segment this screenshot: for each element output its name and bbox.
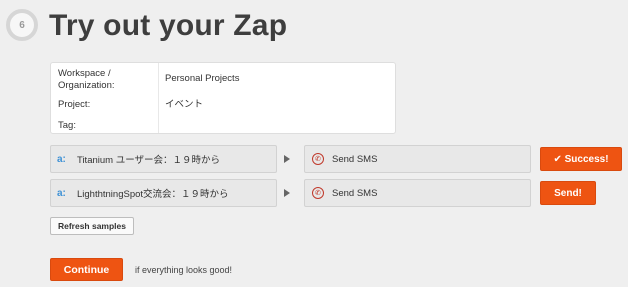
refresh-samples-button[interactable]: Refresh samples (50, 217, 134, 235)
project-label: Project: (58, 99, 91, 110)
page-title: Try out your Zap (49, 9, 288, 42)
sms-icon: ✆ (312, 187, 324, 199)
send-button[interactable]: Send! (540, 181, 596, 205)
continue-button[interactable]: Continue (50, 258, 123, 281)
zap-info-table: Workspace / Organization: Personal Proje… (50, 62, 396, 134)
atnd-icon: a: (57, 187, 66, 199)
project-value: イベント (165, 99, 204, 110)
step-number-badge: 6 (6, 9, 38, 41)
trigger-sample-text: LighthtningSpot交流会：１９時から (77, 189, 229, 200)
trigger-sample-box: a: Titanium ユーザー会：１９時から (50, 145, 277, 173)
trigger-sample-box: a: LighthtningSpot交流会：１９時から (50, 179, 277, 207)
action-text: Send SMS (332, 187, 378, 199)
success-button[interactable]: ✔ Success! (540, 147, 622, 171)
arrow-right-icon (284, 155, 290, 163)
action-text: Send SMS (332, 153, 378, 165)
continue-note: if everything looks good! (135, 265, 233, 275)
workspace-value: Personal Projects (165, 73, 240, 84)
arrow-right-icon (284, 189, 290, 197)
trigger-sample-text: Titanium ユーザー会：１９時から (77, 155, 221, 166)
tag-label: Tag: (58, 120, 76, 131)
action-box: ✆ Send SMS (304, 145, 531, 173)
sms-icon: ✆ (312, 153, 324, 165)
info-column-divider (158, 63, 159, 133)
action-box: ✆ Send SMS (304, 179, 531, 207)
workspace-label: Workspace / Organization: (58, 68, 115, 91)
step-number: 6 (19, 19, 25, 31)
atnd-icon: a: (57, 153, 66, 165)
